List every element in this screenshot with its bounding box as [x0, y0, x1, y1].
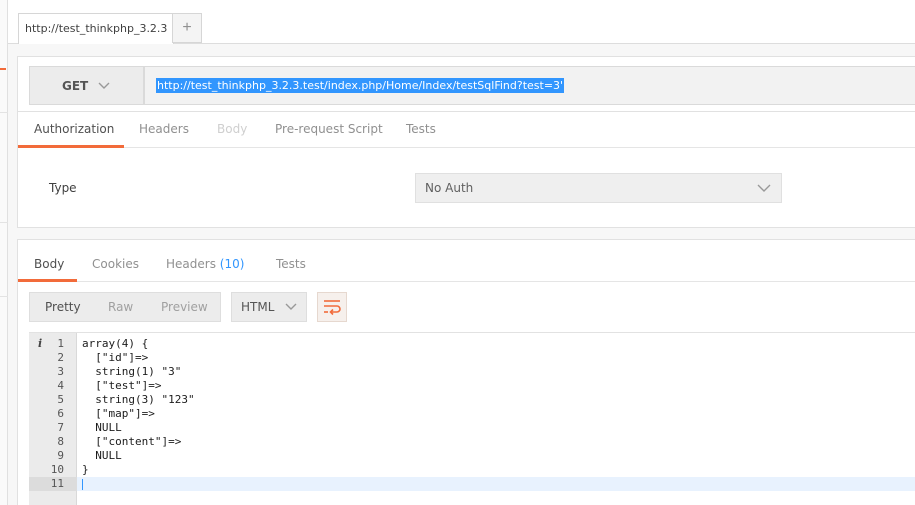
- code-line-text: NULL: [82, 449, 122, 462]
- tab-tests[interactable]: Tests: [406, 122, 436, 136]
- code-line-text: ["test"]=>: [82, 379, 162, 392]
- code-line-text: ["id"]=>: [82, 351, 149, 364]
- tab-cookies[interactable]: Cookies: [92, 257, 139, 271]
- tab-headers[interactable]: Headers: [139, 122, 189, 136]
- code-line: 4 ["test"]=>: [29, 379, 915, 393]
- code-line-text: }: [82, 463, 89, 476]
- code-line: 7 NULL: [29, 421, 915, 435]
- url-input[interactable]: http://test_thinkphp_3.2.3.test/index.ph…: [144, 66, 915, 105]
- request-settings-panel: Authorization Headers Body Pre-request S…: [17, 112, 915, 228]
- tab-response-body[interactable]: Body: [34, 257, 64, 271]
- wrap-lines-button[interactable]: [317, 292, 347, 322]
- tab-authorization[interactable]: Authorization: [34, 122, 114, 136]
- tab-response-headers[interactable]: Headers (10): [166, 257, 244, 271]
- code-line: 9 NULL: [29, 449, 915, 463]
- request-tab[interactable]: http://test_thinkphp_3.2.3: [18, 13, 174, 44]
- code-line: 10}: [29, 463, 915, 477]
- code-line-text: string(1) "3": [82, 365, 182, 378]
- auth-type-select[interactable]: No Auth: [415, 173, 782, 203]
- request-tabbar: Authorization Headers Body Pre-request S…: [18, 112, 915, 148]
- line-number: 1: [57, 337, 64, 350]
- line-number: 9: [57, 449, 64, 462]
- sidebar-accent: [0, 68, 6, 70]
- code-line-text: NULL: [82, 421, 122, 434]
- code-line-text: array(4) {: [82, 337, 149, 350]
- request-tab-title: http://test_thinkphp_3.2.3: [25, 22, 168, 35]
- line-number: 8: [57, 435, 64, 448]
- method-label: GET: [62, 79, 89, 93]
- response-tabbar: Body Cookies Headers (10) Tests: [18, 240, 915, 282]
- code-line: 6 ["map"]=>: [29, 407, 915, 421]
- chevron-down-icon: [757, 174, 771, 213]
- pretty-button[interactable]: Pretty: [45, 300, 81, 314]
- app-window: http://test_thinkphp_3.2.3 + GET http://…: [0, 0, 915, 505]
- url-text: http://test_thinkphp_3.2.3.test/index.ph…: [156, 78, 565, 93]
- chevron-down-icon: [285, 293, 297, 332]
- method-select[interactable]: GET: [29, 66, 144, 105]
- format-select[interactable]: HTML: [231, 292, 307, 322]
- sidebar-divider: [0, 296, 8, 297]
- code-line: 5 string(3) "123": [29, 393, 915, 407]
- response-headers-count: (10): [219, 257, 245, 271]
- text-cursor: [82, 479, 83, 490]
- line-number: 5: [57, 393, 64, 406]
- sidebar-divider: [0, 222, 8, 223]
- info-icon: i: [38, 337, 43, 350]
- new-tab-button[interactable]: +: [172, 13, 202, 43]
- code-line: 11: [29, 477, 915, 491]
- response-headers-label: Headers: [166, 257, 216, 271]
- line-number: 7: [57, 421, 64, 434]
- tab-body[interactable]: Body: [217, 122, 247, 136]
- view-mode-group: Pretty Raw Preview: [29, 292, 221, 322]
- response-panel: Body Cookies Headers (10) Tests Pretty R…: [17, 239, 915, 505]
- request-tab-strip: http://test_thinkphp_3.2.3 +: [8, 0, 915, 44]
- code-line: 8 ["content"]=>: [29, 435, 915, 449]
- tab-response-tests[interactable]: Tests: [276, 257, 306, 271]
- line-number: 11: [29, 477, 77, 491]
- code-line: 2 ["id"]=>: [29, 351, 915, 365]
- sidebar-strip: [0, 0, 8, 505]
- wrap-lines-icon: [318, 300, 346, 324]
- code-line-text: string(3) "123": [82, 393, 195, 406]
- format-value: HTML: [241, 300, 275, 314]
- url-bar: GET http://test_thinkphp_3.2.3.test/inde…: [17, 56, 915, 112]
- auth-type-label: Type: [49, 181, 77, 195]
- auth-type-value: No Auth: [425, 181, 474, 195]
- plus-icon: +: [182, 19, 192, 36]
- active-tab-indicator: [18, 145, 124, 148]
- preview-button[interactable]: Preview: [161, 300, 208, 314]
- code-line: 3 string(1) "3": [29, 365, 915, 379]
- code-line: 1 i array(4) {: [29, 337, 915, 351]
- code-line-text: ["content"]=>: [82, 435, 182, 448]
- line-number: 10: [50, 463, 64, 476]
- response-code-viewer[interactable]: 1 i array(4) {2 ["id"]=> 3 string(1) "3" 4 […: [29, 332, 915, 505]
- line-number: 4: [57, 379, 64, 392]
- line-number: 2: [57, 351, 64, 364]
- line-number: 6: [57, 407, 64, 420]
- code-line-text: ["map"]=>: [82, 407, 155, 420]
- raw-button[interactable]: Raw: [108, 300, 133, 314]
- line-number: 3: [57, 365, 64, 378]
- sidebar-divider: [0, 112, 8, 113]
- response-toolbar: Pretty Raw Preview HTML: [18, 282, 915, 332]
- tab-pre-request-script[interactable]: Pre-request Script: [275, 122, 383, 136]
